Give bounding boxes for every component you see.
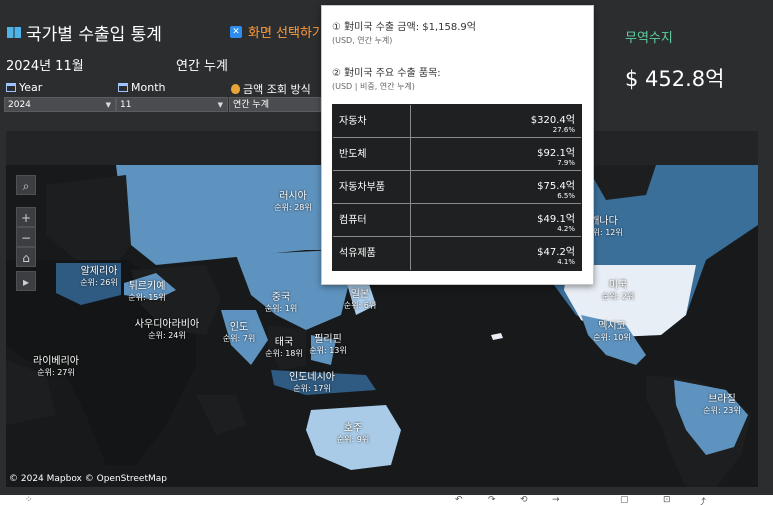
play-icon[interactable]: ▸ <box>16 271 36 291</box>
share-icon[interactable]: ⤴ <box>697 495 706 505</box>
year-filter-label: Year <box>6 81 42 94</box>
home-icon[interactable]: ⌂ <box>16 247 36 267</box>
trade-balance-value: $ 452.8억 <box>625 67 725 91</box>
bottom-toolbar: ⁘ ↶ ↷ ⟲ → ▢ ⊡ ⤴ <box>0 495 773 505</box>
fullscreen-icon[interactable]: ▢ <box>620 495 629 505</box>
book-icon <box>7 27 21 38</box>
year-select[interactable]: 2024 ▼ <box>4 97 116 112</box>
tooltip-items-note: (USD | 비중, 연간 누계) <box>332 82 415 91</box>
screen-select-button[interactable]: ✕ 화면 선택하기 <box>230 22 324 41</box>
revert-icon[interactable]: ⟲ <box>520 495 528 505</box>
country-label[interactable]: 인도 순위: 7위 <box>223 318 255 344</box>
trade-balance-label: 무역수지 <box>625 31 673 46</box>
country-label[interactable]: 호주 순위: 9위 <box>337 419 369 445</box>
country-label[interactable]: 브라질 순위: 23위 <box>703 390 741 416</box>
country-label[interactable]: 미국 순위: 2위 <box>602 276 634 302</box>
country-label[interactable]: 인도네시아 순위: 17위 <box>289 368 335 394</box>
month-filter-label: Month <box>118 81 165 94</box>
forward-icon[interactable]: → <box>552 495 560 505</box>
tooltip-export-amount: ① 對미국 수출 금액: $1,158.9억 <box>332 22 476 33</box>
amount-filter-label: 금액 조회 방식 <box>231 81 311 97</box>
map-search-button[interactable]: ⌕ <box>16 175 36 195</box>
map-attribution: © 2024 Mapbox © OpenStreetMap <box>9 474 167 484</box>
calendar-icon <box>118 83 128 92</box>
download-icon[interactable]: ⊡ <box>663 495 671 505</box>
calendar-icon <box>6 83 16 92</box>
country-label[interactable]: 러시아 순위: 28위 <box>274 187 312 213</box>
toolbar-icon[interactable]: ⁘ <box>25 495 33 505</box>
period-label: 2024년 11월 <box>6 59 84 74</box>
tooltip-items-table: 자동차 $320.4억 27.6% 반도체 $92.1억 7.9% 자동차부품 $7… <box>332 104 582 271</box>
screen-select-label: 화면 선택하기 <box>248 26 324 41</box>
country-label[interactable]: 태국 순위: 18위 <box>265 333 303 359</box>
zoom-out-button[interactable]: − <box>16 227 36 247</box>
page-title: 국가별 수출입 통계 <box>6 20 162 45</box>
country-label[interactable]: 멕시코 순위: 10위 <box>593 317 631 343</box>
country-label[interactable]: 사우디아라비아 순위: 24위 <box>135 315 199 341</box>
money-bag-icon <box>231 84 240 94</box>
country-label[interactable]: 일본 순위: 6위 <box>344 285 376 311</box>
table-row: 반도체 $92.1억 7.9% <box>333 138 581 171</box>
undo-icon[interactable]: ↶ <box>455 495 463 505</box>
table-row: 자동차부품 $75.4억 6.5% <box>333 171 581 204</box>
country-label[interactable]: 알제리아 순위: 26위 <box>80 262 118 288</box>
period-basis-label: 연간 누계 <box>176 59 228 74</box>
amount-select[interactable]: 연간 누계 <box>229 97 321 112</box>
redo-icon[interactable]: ↷ <box>488 495 496 505</box>
chevron-down-icon: ▼ <box>217 101 223 109</box>
country-label[interactable]: 라이베리아 순위: 27위 <box>33 352 79 378</box>
country-label[interactable]: 중국 순위: 1위 <box>265 288 297 314</box>
close-square-icon: ✕ <box>230 25 242 38</box>
tooltip-export-amount-note: (USD, 연간 누계) <box>332 36 393 45</box>
dashboard: 국가별 수출입 통계 ✕ 화면 선택하기 2024년 11월 연간 누계 Yea… <box>0 0 773 495</box>
zoom-in-button[interactable]: + <box>16 207 36 227</box>
country-label[interactable]: 튀르키예 순위: 15위 <box>128 277 166 303</box>
page-title-text: 국가별 수출입 통계 <box>26 25 162 45</box>
tooltip-items-heading: ② 對미국 주요 수출 품목: <box>332 68 441 79</box>
country-label[interactable]: 필리핀 순위: 13위 <box>309 330 347 356</box>
table-row: 컴퓨터 $49.1억 4.2% <box>333 204 581 237</box>
table-row: 자동차 $320.4억 27.6% <box>333 105 581 138</box>
chevron-down-icon: ▼ <box>105 101 111 109</box>
table-row: 석유제품 $47.2억 4.1% <box>333 237 581 270</box>
month-select[interactable]: 11 ▼ <box>116 97 228 112</box>
country-tooltip: ① 對미국 수출 금액: $1,158.9억 (USD, 연간 누계) ② 對미… <box>321 5 594 285</box>
